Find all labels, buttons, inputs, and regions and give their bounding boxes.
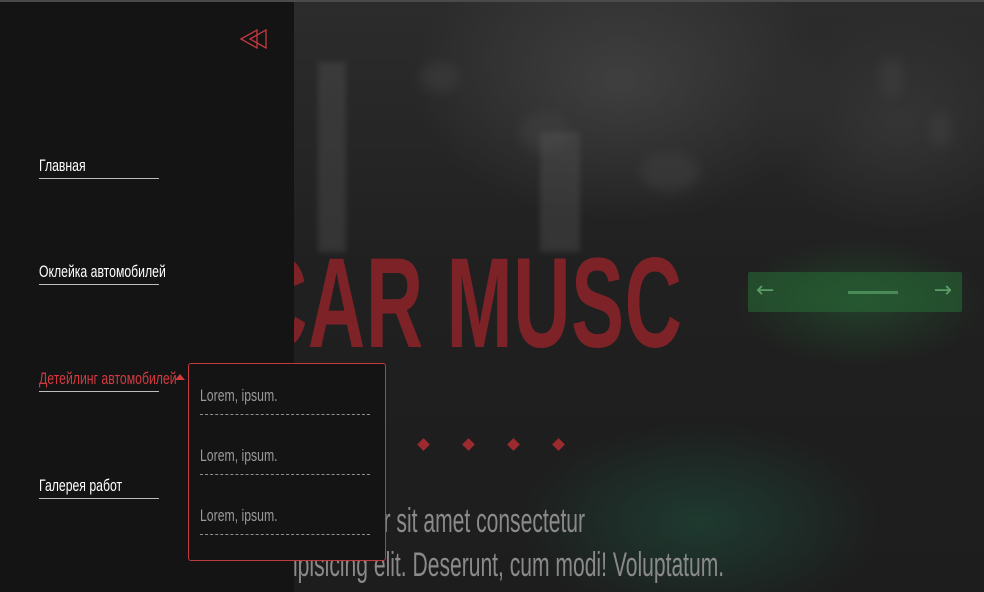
- nav-item-home[interactable]: Главная: [39, 156, 159, 179]
- nav-underline: [39, 391, 159, 392]
- detailing-submenu: Lorem, ipsum. Lorem, ipsum. Lorem, ipsum…: [188, 363, 386, 561]
- slider-dot[interactable]: [507, 438, 520, 451]
- sign-stripe: [848, 291, 898, 294]
- nav-underline: [39, 284, 159, 285]
- nav-item-gallery[interactable]: Галерея работ: [39, 476, 159, 499]
- submenu-item-label[interactable]: Lorem, ipsum.: [200, 446, 322, 466]
- nav-underline: [39, 498, 159, 499]
- bg-green-sign: ← →: [748, 272, 962, 312]
- submenu-divider: [200, 414, 370, 415]
- hero-title: CAR MUSC: [250, 232, 683, 375]
- bg-pillar: [318, 62, 346, 252]
- nav-underline: [39, 178, 159, 179]
- nav-item-label[interactable]: Оклейка автомобилей: [39, 262, 166, 282]
- submenu-item[interactable]: Lorem, ipsum.: [200, 506, 370, 536]
- nav-item-label[interactable]: Галерея работ: [39, 476, 125, 496]
- submenu-item-label[interactable]: Lorem, ipsum.: [200, 386, 322, 406]
- slider-dot[interactable]: [462, 438, 475, 451]
- double-chevron-left-icon: [239, 28, 267, 50]
- slider-dot[interactable]: [552, 438, 565, 451]
- nav-item-wrapping[interactable]: Оклейка автомобилей: [39, 262, 166, 285]
- bg-light-blob: [420, 62, 460, 92]
- arrow-right-icon: →: [933, 278, 952, 303]
- nav-item-label[interactable]: Детейлинг автомобилей: [39, 369, 177, 389]
- bg-light-blob: [880, 57, 904, 97]
- bg-light-blob: [640, 152, 700, 192]
- submenu-item[interactable]: Lorem, ipsum.: [200, 446, 370, 476]
- nav-item-label[interactable]: Главная: [39, 156, 125, 176]
- collapse-sidebar-button[interactable]: [238, 26, 270, 52]
- submenu-divider: [200, 534, 370, 535]
- submenu-item[interactable]: Lorem, ipsum.: [200, 386, 370, 416]
- submenu-item-label[interactable]: Lorem, ipsum.: [200, 506, 322, 526]
- arrow-left-icon: ←: [756, 278, 775, 303]
- caret-up-icon[interactable]: [175, 374, 185, 380]
- nav-item-detailing[interactable]: Детейлинг автомобилей: [39, 369, 185, 392]
- submenu-divider: [200, 474, 370, 475]
- bg-light-blob: [930, 112, 952, 148]
- slider-dot[interactable]: [417, 438, 430, 451]
